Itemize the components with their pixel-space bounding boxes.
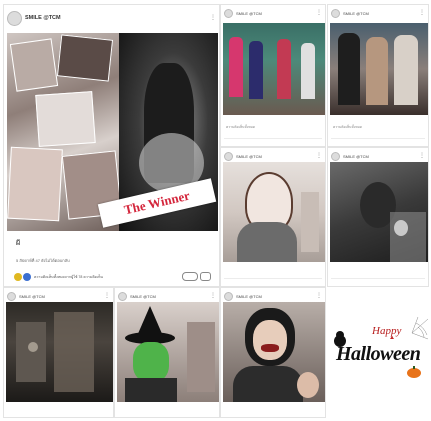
account-name[interactable]: SMILE @TCM [236, 294, 262, 299]
account-name[interactable]: SMILE @TCM [130, 294, 156, 299]
more-options-icon[interactable]: ⋮ [419, 10, 425, 16]
avatar[interactable] [224, 151, 233, 161]
post-card[interactable]: SMILE @TCM ⋮ [220, 147, 326, 287]
account-name[interactable]: SMILE @TCM [343, 11, 369, 16]
reaction-summary[interactable]: ความคิดเห็นทั้งหมดจากผู้ใช้ 78 ความคิดเห… [34, 274, 103, 280]
post-card[interactable]: SMILE @TCM ⋮ ความคิดเห็นทั้งหมด [220, 4, 326, 147]
main-post-header: SMILE @TCM ⋮ [4, 5, 219, 31]
account-name[interactable]: SMILE @TCM [25, 15, 61, 21]
post-card[interactable]: SMILE @TCM ⋮ [114, 287, 220, 418]
post-photo[interactable] [223, 162, 325, 262]
avatar[interactable] [7, 10, 22, 26]
share-icon[interactable] [182, 272, 198, 281]
post-photo[interactable] [117, 302, 219, 402]
like-icon[interactable] [14, 272, 22, 281]
account-name[interactable]: SMILE @TCM [343, 154, 369, 159]
more-options-icon[interactable]: ⋮ [419, 153, 425, 159]
post-caption: ผี [16, 240, 21, 247]
avatar[interactable] [7, 291, 16, 301]
comment-icon[interactable] [200, 272, 211, 281]
avatar[interactable] [331, 151, 340, 161]
account-name[interactable]: SMILE @TCM [236, 154, 262, 159]
post-card[interactable]: SMILE @TCM ⋮ [327, 147, 429, 287]
halloween-title-text: Halloween [336, 343, 421, 365]
more-options-icon[interactable]: ⋮ [316, 293, 322, 299]
post-photo[interactable] [330, 162, 428, 262]
post-photo[interactable] [330, 23, 428, 115]
post-meta: ความคิดเห็นทั้งหมด [226, 125, 256, 129]
divider [331, 138, 425, 139]
post-meta: ความคิดเห็นทั้งหมด [333, 125, 363, 129]
account-name[interactable]: SMILE @TCM [19, 294, 45, 299]
avatar[interactable] [118, 291, 127, 301]
halloween-happy-text: Happy [372, 325, 402, 337]
post-photo[interactable] [223, 302, 325, 402]
account-name[interactable]: SMILE @TCM [236, 11, 262, 16]
avatar[interactable] [224, 8, 233, 18]
post-photo[interactable] [6, 302, 113, 402]
post-photo[interactable] [223, 23, 325, 115]
avatar[interactable] [224, 291, 233, 301]
more-options-icon[interactable]: ⋮ [104, 293, 110, 299]
reaction-row: ความคิดเห็นทั้งหมดจากผู้ใช้ 78 ความคิดเห… [14, 271, 211, 282]
post-card[interactable]: SMILE @TCM ⋮ [3, 287, 114, 418]
divider [224, 138, 322, 139]
post-card[interactable]: SMILE @TCM ⋮ [220, 287, 326, 418]
post-card[interactable]: SMILE @TCM ⋮ ความคิดเห็นทั้งหมด [327, 4, 429, 147]
divider [224, 278, 322, 279]
halloween-graphic: Happy Halloween [328, 315, 428, 395]
divider [331, 278, 425, 279]
more-options-icon[interactable]: ⋮ [316, 10, 322, 16]
more-options-icon[interactable]: ⋮ [316, 153, 322, 159]
love-icon[interactable] [23, 272, 31, 281]
post-meta: 5 สัปดาห์ที่ 47 ยังไม่ได้ตอบกลับ [16, 258, 70, 263]
more-options-icon[interactable]: ⋮ [210, 293, 216, 299]
collage-photo[interactable] [7, 33, 119, 231]
avatar[interactable] [331, 8, 340, 18]
main-post-card[interactable]: SMILE @TCM ⋮ The Winner ผี 5 สัปดาห์ที่ … [3, 4, 220, 287]
more-options-icon[interactable]: ⋮ [210, 15, 216, 21]
